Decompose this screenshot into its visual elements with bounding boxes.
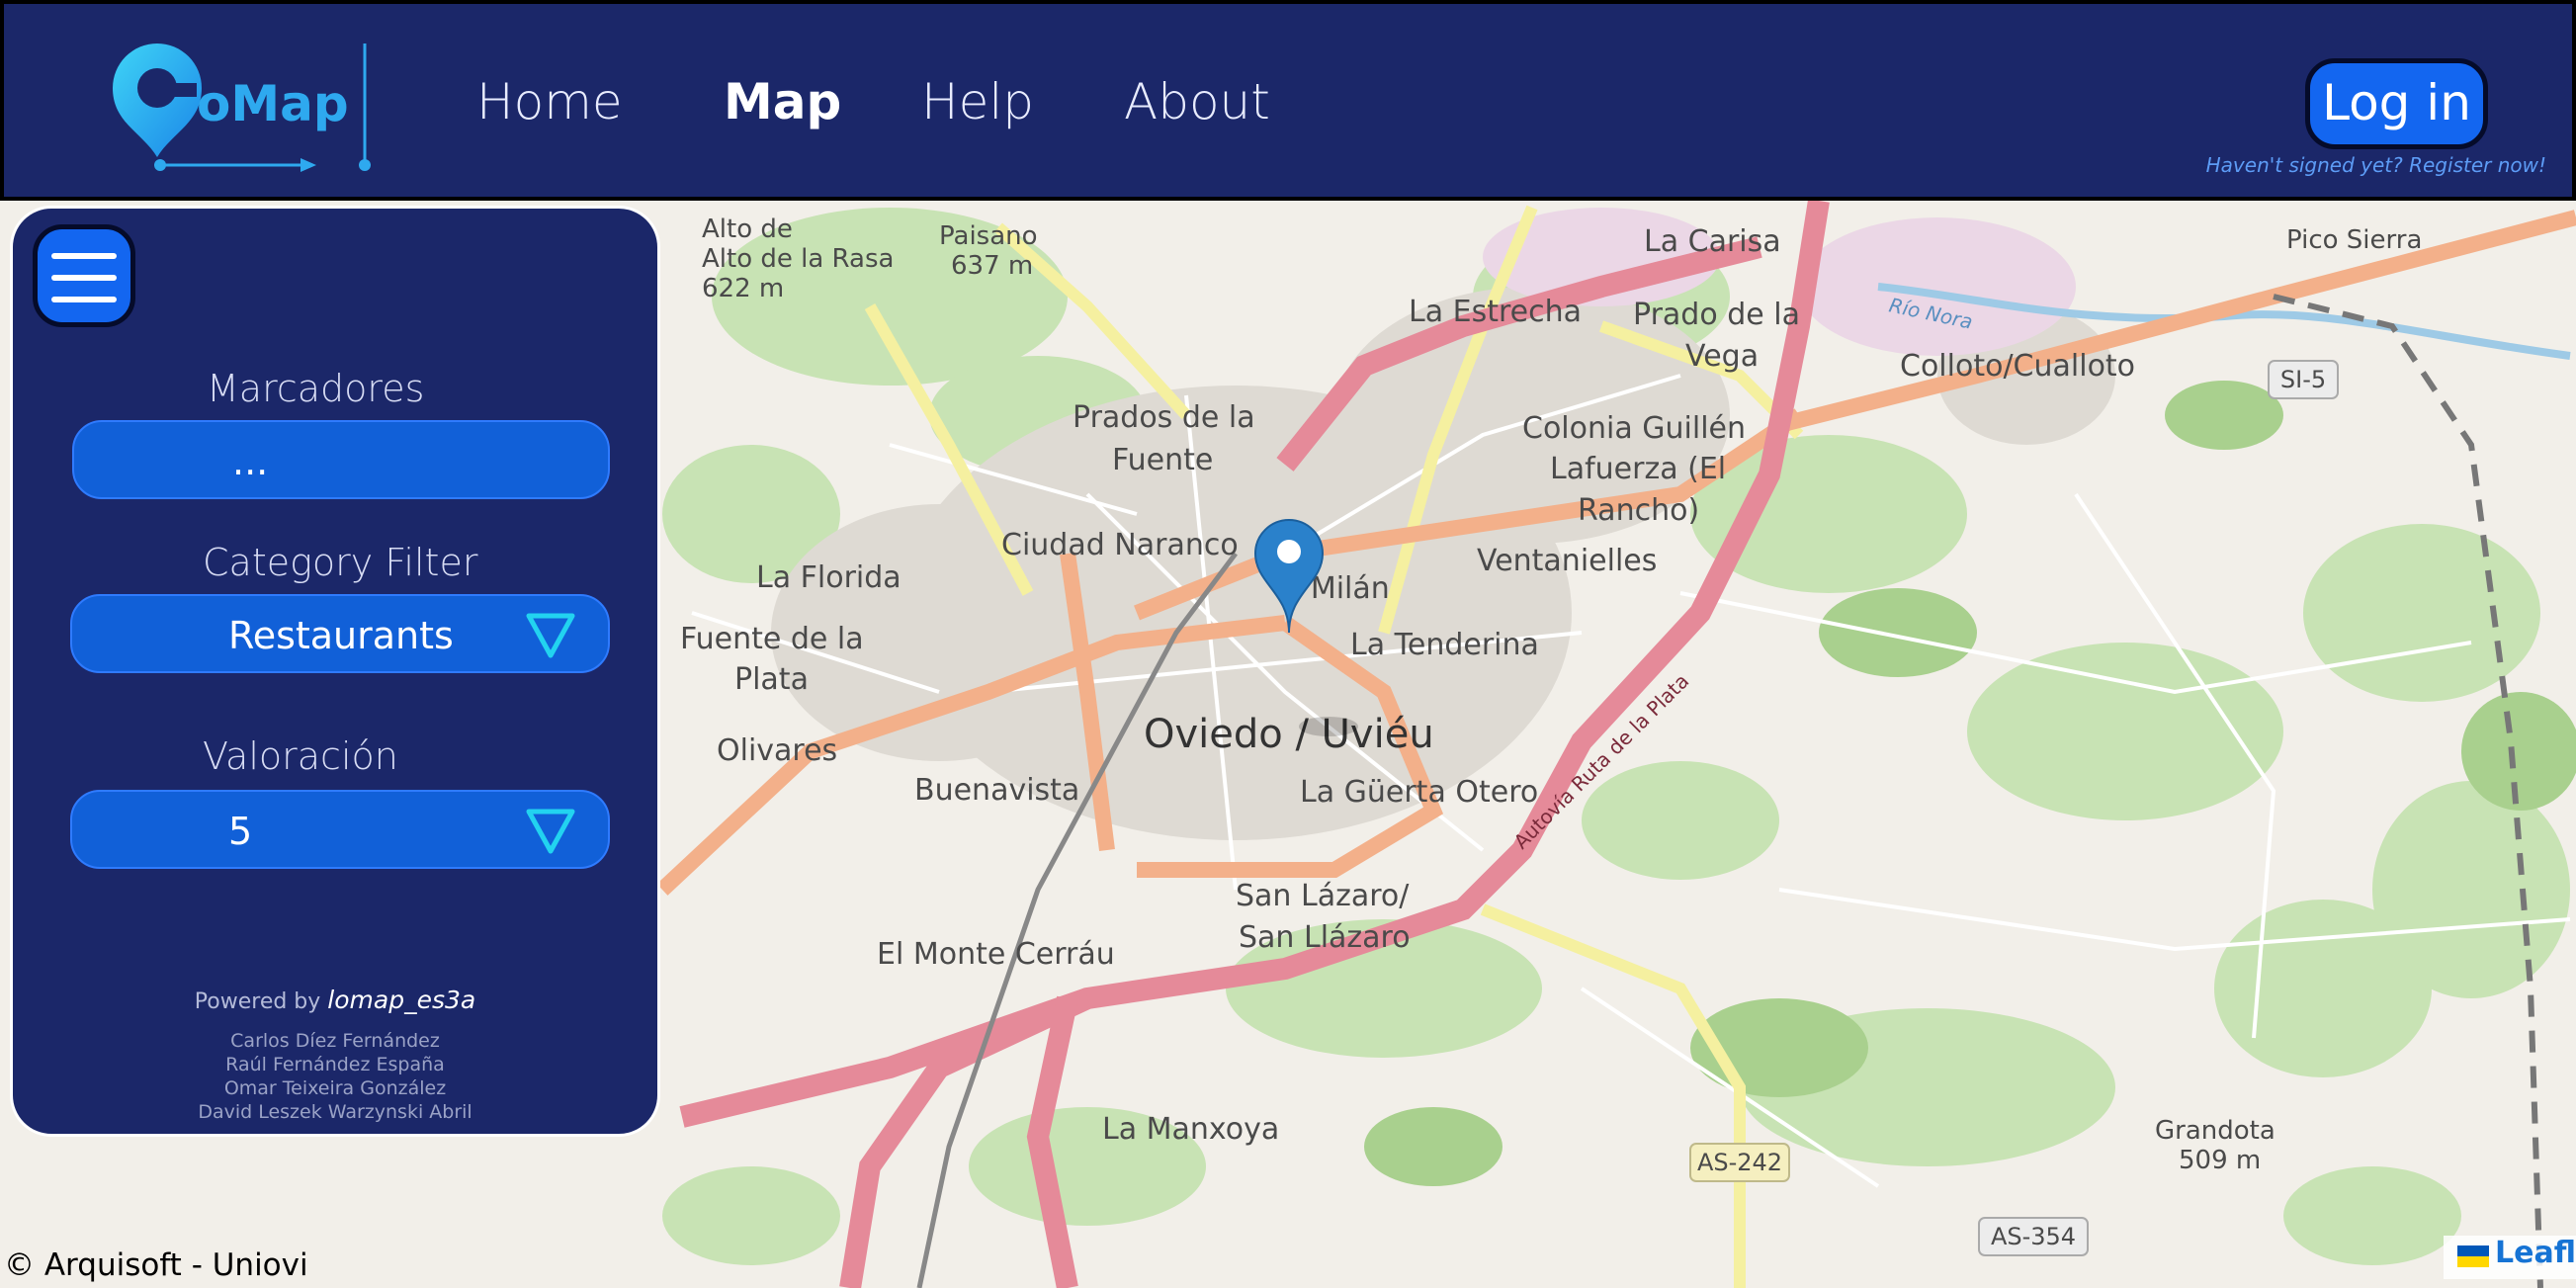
leaflet-attribution[interactable]: Leafl <box>2444 1236 2576 1279</box>
svg-text:Colloto/Cualloto: Colloto/Cualloto <box>1900 349 2135 384</box>
powered-by: Powered by lomap_es3a <box>13 986 657 1014</box>
svg-text:Plata: Plata <box>734 662 809 697</box>
chevron-down-icon <box>526 613 575 658</box>
rating-select[interactable]: 5 <box>70 790 610 869</box>
markers-value: ... <box>232 440 269 483</box>
svg-text:Oviedo / Uviéu: Oviedo / Uviéu <box>1144 712 1434 757</box>
svg-text:Ventanielles: Ventanielles <box>1477 544 1657 578</box>
powered-by-link[interactable]: lomap_es3a <box>327 986 475 1014</box>
copyright-credit: © Arquisoft - Uniovi <box>4 1247 308 1283</box>
svg-text:La Estrecha: La Estrecha <box>1409 295 1582 329</box>
authors-list: Carlos Díez Fernández Raúl Fernández Esp… <box>13 1029 657 1124</box>
svg-text:Colonia Guillén: Colonia Guillén <box>1522 411 1746 446</box>
author-name: Raúl Fernández España <box>225 1054 445 1075</box>
svg-text:Prados de la: Prados de la <box>1073 400 1255 435</box>
svg-text:La Florida: La Florida <box>756 560 902 595</box>
svg-text:La Manxoya: La Manxoya <box>1102 1112 1279 1147</box>
filter-sidebar: Marcadores ... Category Filter Restauran… <box>10 206 660 1137</box>
svg-text:oMap: oMap <box>197 75 349 132</box>
svg-text:Fuente de la: Fuente de la <box>680 622 864 656</box>
nav-help[interactable]: Help <box>921 73 1034 130</box>
login-button[interactable]: Log in <box>2305 58 2488 149</box>
svg-text:Alto de: Alto de <box>702 215 793 244</box>
category-filter-select[interactable]: Restaurants <box>70 594 610 673</box>
top-navigation-bar: oMap Home Map Help About Log in Haven't … <box>0 0 2576 201</box>
svg-text:Grandota: Grandota <box>2155 1116 2275 1146</box>
svg-text:Olivares: Olivares <box>717 733 837 768</box>
category-filter-value: Restaurants <box>228 614 454 657</box>
ukraine-flag-icon <box>2457 1245 2489 1267</box>
svg-text:SI-5: SI-5 <box>2280 366 2326 393</box>
svg-text:Lafuerza (El: Lafuerza (El <box>1550 452 1726 486</box>
powered-by-prefix: Powered by <box>194 989 321 1014</box>
svg-text:637 m: 637 m <box>951 251 1033 281</box>
svg-text:El Monte Cerráu: El Monte Cerráu <box>877 937 1115 972</box>
svg-text:Vega: Vega <box>1685 339 1759 374</box>
nav-home[interactable]: Home <box>476 73 623 130</box>
svg-text:Alto de la Rasa: Alto de la Rasa <box>702 244 894 274</box>
svg-text:La Carisa: La Carisa <box>1644 224 1781 259</box>
rating-label: Valoración <box>203 734 398 778</box>
svg-text:AS-354: AS-354 <box>1991 1223 2076 1250</box>
svg-text:San Llázaro: San Llázaro <box>1239 920 1411 955</box>
svg-text:Pico Sierra: Pico Sierra <box>2286 225 2422 255</box>
author-name: David Leszek Warzynski Abril <box>198 1101 472 1123</box>
nav-about[interactable]: About <box>1124 73 1270 130</box>
markers-label: Marcadores <box>207 367 425 410</box>
svg-text:Paisano: Paisano <box>939 221 1038 251</box>
svg-text:San Lázaro/: San Lázaro/ <box>1236 879 1410 913</box>
markers-select[interactable]: ... <box>72 420 610 499</box>
nav-map[interactable]: Map <box>724 73 841 130</box>
svg-text:Ciudad Naranco: Ciudad Naranco <box>1001 528 1239 562</box>
svg-text:AS-242: AS-242 <box>1697 1149 1782 1176</box>
chevron-down-icon <box>526 809 575 854</box>
author-name: Carlos Díez Fernández <box>230 1030 440 1052</box>
svg-text:Buenavista: Buenavista <box>914 773 1079 808</box>
hamburger-menu-icon[interactable] <box>33 224 135 327</box>
svg-text:Rancho): Rancho) <box>1578 493 1699 528</box>
svg-text:La Güerta Otero: La Güerta Otero <box>1300 775 1538 810</box>
svg-text:509 m: 509 m <box>2179 1146 2261 1175</box>
category-filter-label: Category Filter <box>203 541 478 584</box>
svg-text:Prado de la: Prado de la <box>1633 298 1800 332</box>
rating-value: 5 <box>228 810 253 853</box>
svg-text:622 m: 622 m <box>702 274 784 303</box>
leaflet-link[interactable]: Leafl <box>2495 1236 2576 1270</box>
register-link[interactable]: Haven't signed yet? Register now! <box>2206 153 2546 177</box>
svg-text:La Tenderina: La Tenderina <box>1350 628 1539 662</box>
svg-text:Fuente: Fuente <box>1112 443 1213 477</box>
author-name: Omar Teixeira González <box>223 1077 447 1099</box>
gomap-logo[interactable]: oMap <box>103 34 380 182</box>
